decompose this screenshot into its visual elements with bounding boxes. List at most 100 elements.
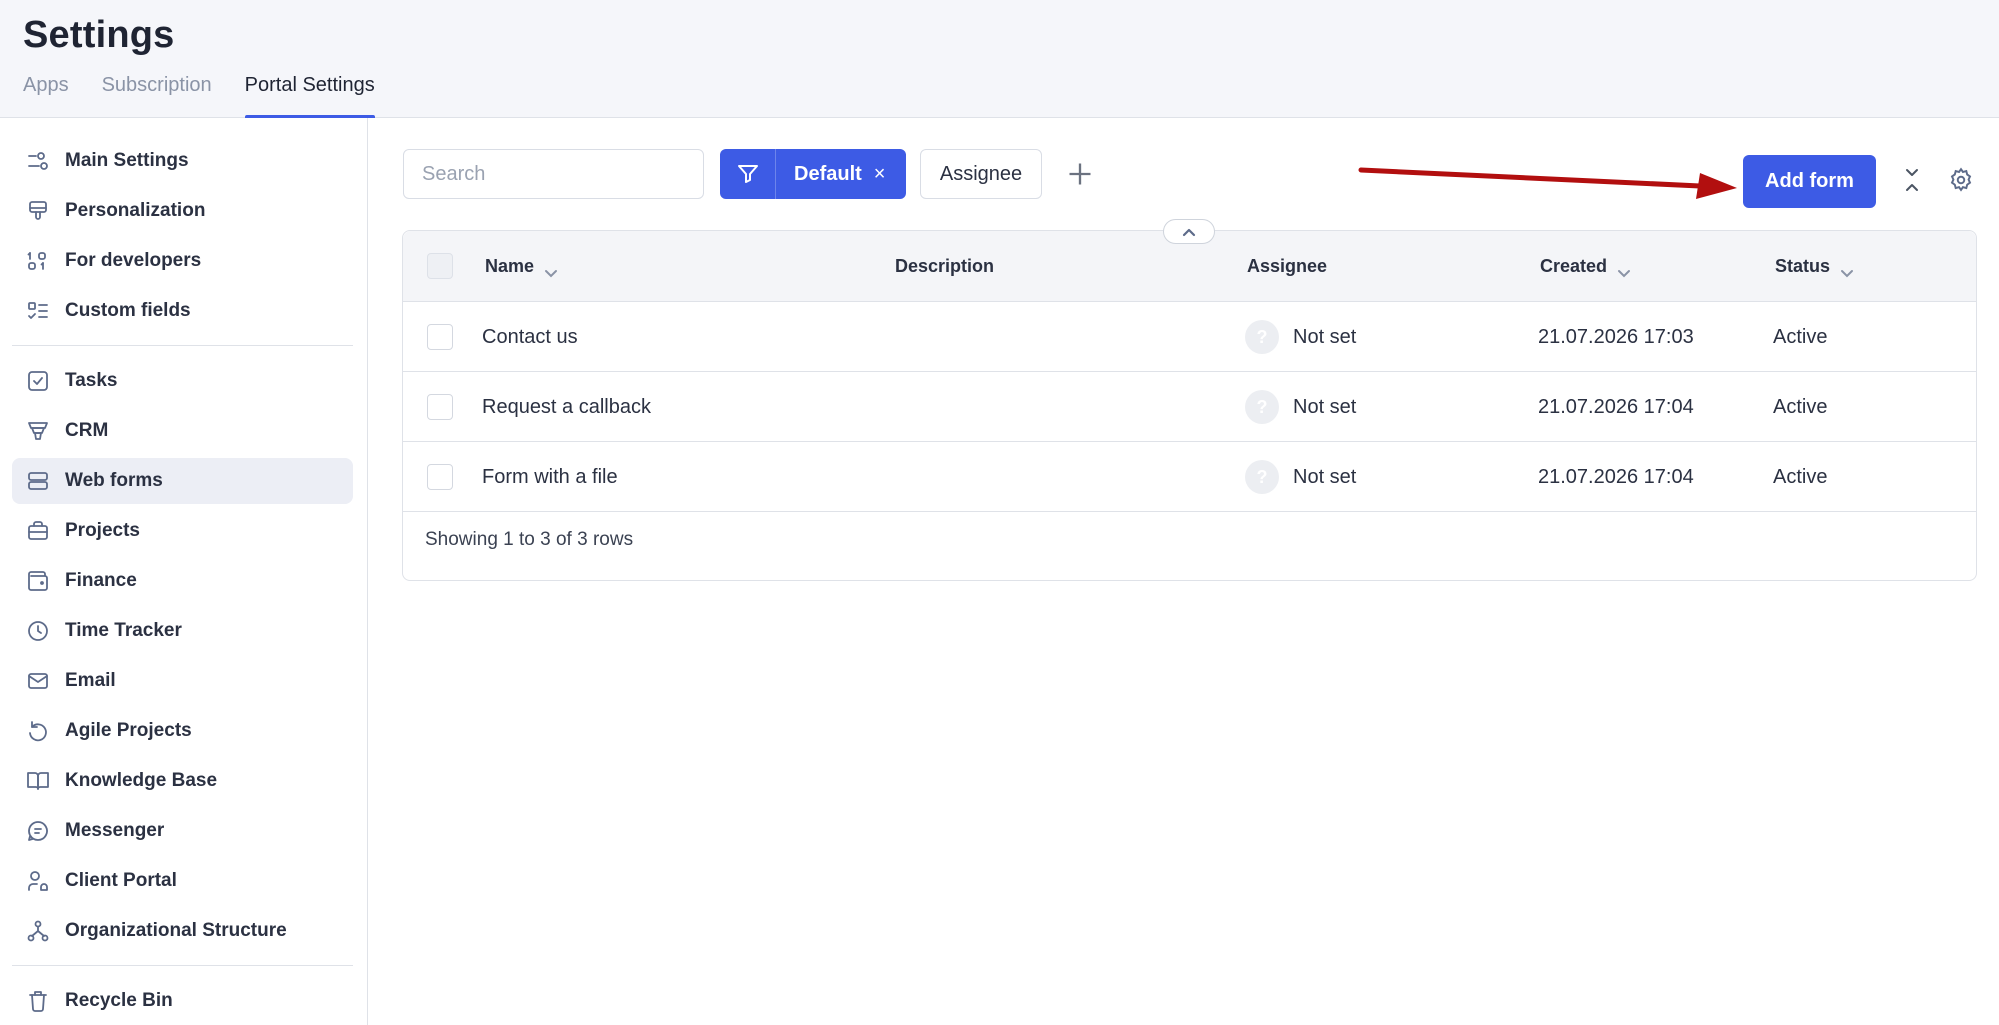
avatar: ?: [1245, 390, 1279, 424]
default-filter-chip[interactable]: Default ×: [720, 149, 906, 199]
sidebar-item-for-developers[interactable]: For developers: [12, 238, 353, 284]
sidebar-item-label: Client Portal: [65, 870, 177, 891]
filter-label: Default: [794, 162, 862, 185]
tab-apps[interactable]: Apps: [23, 72, 69, 118]
collapse-toggle-button[interactable]: [1900, 165, 1924, 195]
sliders-icon: [25, 148, 51, 174]
chat-icon: [25, 818, 51, 844]
sidebar-item-label: Messenger: [65, 820, 165, 841]
column-header-assignee: Assignee: [1247, 231, 1327, 302]
collapse-icon: [1906, 169, 1918, 191]
checklist-icon: [25, 298, 51, 324]
close-icon[interactable]: ×: [874, 164, 886, 184]
funnel-icon: [25, 418, 51, 444]
add-filter-button[interactable]: [1064, 157, 1096, 191]
filter-icon[interactable]: [720, 149, 776, 199]
book-icon: [25, 768, 51, 794]
sidebar-item-label: Personalization: [65, 200, 206, 221]
sidebar-divider: [12, 345, 353, 346]
sidebar-item-label: Web forms: [65, 470, 163, 491]
checkbox-icon: [25, 368, 51, 394]
collapse-filters-tab[interactable]: [1163, 219, 1215, 244]
sidebar-item-knowledge-base[interactable]: Knowledge Base: [12, 758, 353, 804]
sidebar-item-main-settings[interactable]: Main Settings: [12, 138, 353, 184]
row-created: 21.07.2026 17:04: [1538, 395, 1694, 418]
avatar: ?: [1245, 320, 1279, 354]
assignee-filter-button[interactable]: Assignee: [920, 149, 1042, 199]
refresh-icon: [25, 718, 51, 744]
tab-subscription[interactable]: Subscription: [102, 72, 212, 118]
org-chart-icon: [25, 918, 51, 944]
sidebar-item-label: Recycle Bin: [65, 990, 173, 1011]
mail-icon: [25, 668, 51, 694]
row-status: Active: [1773, 465, 1828, 488]
sidebar-item-web-forms[interactable]: Web forms: [12, 458, 353, 504]
chevron-down-icon: [544, 262, 558, 277]
gear-icon: [1950, 167, 1972, 192]
column-header-label: Assignee: [1247, 256, 1328, 276]
select-all-checkbox[interactable]: [427, 253, 453, 279]
chevron-up-icon: [1182, 228, 1196, 236]
sidebar-item-custom-fields[interactable]: Custom fields: [12, 288, 353, 334]
row-checkbox[interactable]: [427, 324, 453, 350]
sidebar-item-label: Time Tracker: [65, 620, 182, 641]
search-input[interactable]: [403, 149, 704, 199]
binary-code-icon: [25, 248, 51, 274]
avatar: ?: [1245, 460, 1279, 494]
row-created: 21.07.2026 17:04: [1538, 465, 1694, 488]
row-status: Active: [1773, 325, 1828, 348]
sidebar-item-crm[interactable]: CRM: [12, 408, 353, 454]
table-row[interactable]: Form with a file ? Not set 21.07.2026 17…: [403, 442, 1976, 512]
row-created: 21.07.2026 17:03: [1538, 325, 1694, 348]
sidebar-item-time-tracker[interactable]: Time Tracker: [12, 608, 353, 654]
sidebar-item-label: CRM: [65, 420, 109, 441]
sidebar-item-agile-projects[interactable]: Agile Projects: [12, 708, 353, 754]
sidebar-item-organizational-structure[interactable]: Organizational Structure: [12, 908, 353, 954]
sidebar-divider: [12, 965, 353, 966]
page-title: Settings: [23, 14, 175, 56]
column-header-label: Description: [895, 256, 995, 276]
column-header-label: Created: [1540, 256, 1608, 276]
users-icon: [25, 868, 51, 894]
pagination-summary: Showing 1 to 3 of 3 rows: [425, 529, 634, 550]
plus-icon: [1069, 163, 1091, 185]
sidebar-item-email[interactable]: Email: [12, 658, 353, 704]
sidebar-item-tasks[interactable]: Tasks: [12, 358, 353, 404]
table-settings-button[interactable]: [1948, 167, 1976, 195]
sidebar-item-label: Tasks: [65, 370, 118, 391]
sidebar-item-label: Knowledge Base: [65, 770, 218, 791]
chevron-down-icon: [1840, 262, 1854, 277]
row-checkbox[interactable]: [427, 464, 453, 490]
sidebar-item-label: Projects: [65, 520, 140, 541]
sidebar-item-label: Main Settings: [65, 150, 189, 171]
sidebar-item-client-portal[interactable]: Client Portal: [12, 858, 353, 904]
add-form-button[interactable]: Add form: [1743, 155, 1876, 208]
column-header-name[interactable]: Name: [485, 231, 558, 302]
sidebar-item-projects[interactable]: Projects: [12, 508, 353, 554]
assignee-value: Not set: [1293, 395, 1357, 418]
sidebar-item-label: Email: [65, 670, 116, 691]
column-header-description: Description: [895, 231, 994, 302]
briefcase-icon: [25, 518, 51, 544]
sidebar-item-label: Custom fields: [65, 300, 191, 321]
sidebar-item-finance[interactable]: Finance: [12, 558, 353, 604]
column-header-created[interactable]: Created: [1540, 231, 1631, 302]
sidebar-item-recycle-bin[interactable]: Recycle Bin: [12, 978, 353, 1024]
sidebar-item-messenger[interactable]: Messenger: [12, 808, 353, 854]
row-name[interactable]: Request a callback: [482, 372, 651, 442]
row-name[interactable]: Contact us: [482, 302, 578, 372]
column-header-status[interactable]: Status: [1775, 231, 1854, 302]
row-name[interactable]: Form with a file: [482, 442, 618, 512]
sidebar-item-label: For developers: [65, 250, 202, 271]
tab-portal-settings[interactable]: Portal Settings: [244, 72, 375, 118]
trash-icon: [25, 988, 51, 1014]
column-header-label: Name: [485, 256, 535, 276]
column-header-label: Status: [1775, 256, 1831, 276]
row-checkbox[interactable]: [427, 394, 453, 420]
settings-tabs: Apps Subscription Portal Settings: [23, 72, 408, 118]
table-row[interactable]: Request a callback ? Not set 21.07.2026 …: [403, 372, 1976, 442]
chevron-down-icon: [1617, 262, 1631, 277]
table-row[interactable]: Contact us ? Not set 21.07.2026 17:03 Ac…: [403, 302, 1976, 372]
sidebar-item-personalization[interactable]: Personalization: [12, 188, 353, 234]
web-forms-table: Name Description Assignee Created Status…: [402, 230, 1977, 581]
